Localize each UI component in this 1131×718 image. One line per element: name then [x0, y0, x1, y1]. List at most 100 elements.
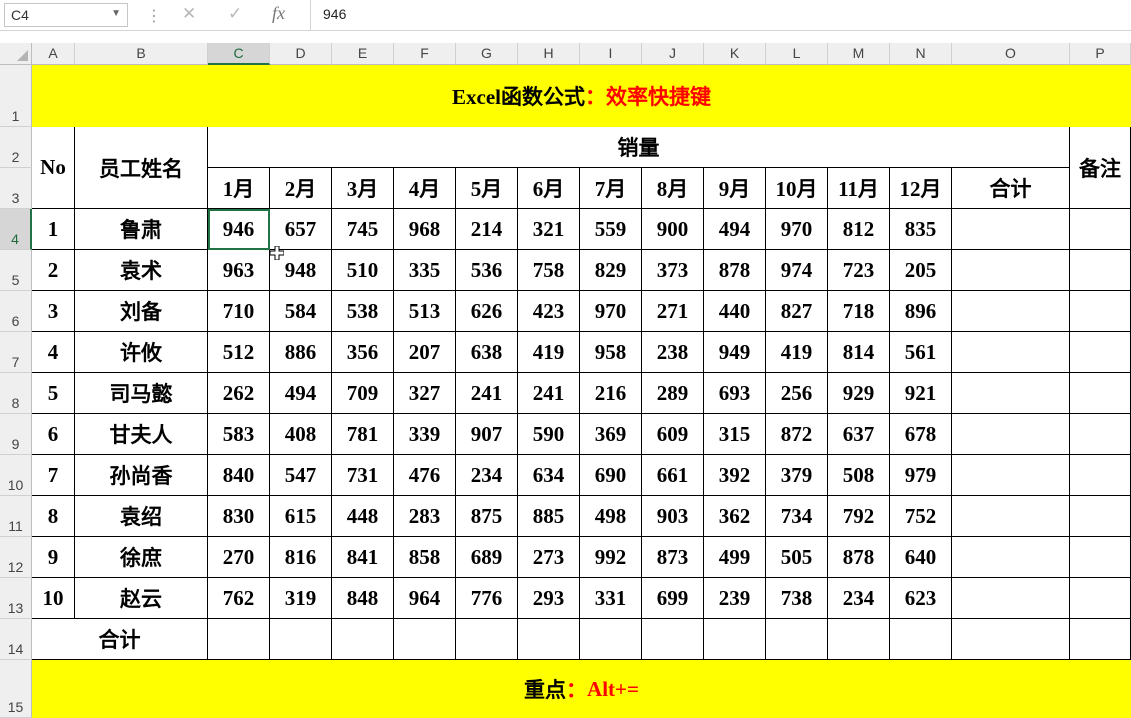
- cell-sales-value[interactable]: 205: [890, 250, 952, 291]
- cell-sales-value[interactable]: 339: [394, 414, 456, 455]
- cell-sales-value[interactable]: 494: [270, 373, 332, 414]
- header-month[interactable]: 4月: [394, 168, 456, 209]
- cell-sales-value[interactable]: 738: [766, 578, 828, 619]
- cell-sales-value[interactable]: 835: [890, 209, 952, 250]
- cell-sales-value[interactable]: 979: [890, 455, 952, 496]
- row-header-8[interactable]: 8: [0, 373, 32, 414]
- cell-sales-value[interactable]: 718: [828, 291, 890, 332]
- cell-sales-value[interactable]: 878: [704, 250, 766, 291]
- cell-total-empty[interactable]: [456, 619, 518, 660]
- cell-employee-name[interactable]: 司马懿: [75, 373, 208, 414]
- cell-remark[interactable]: [1070, 537, 1131, 578]
- cell-sales-value[interactable]: 241: [518, 373, 580, 414]
- cell-no[interactable]: 2: [32, 250, 75, 291]
- cell-sales-value[interactable]: 505: [766, 537, 828, 578]
- column-header-b[interactable]: B: [75, 43, 208, 65]
- row-header-4[interactable]: 4: [0, 209, 32, 250]
- column-header-f[interactable]: F: [394, 43, 456, 65]
- cell-sales-value[interactable]: 256: [766, 373, 828, 414]
- header-sales[interactable]: 销量: [208, 127, 1070, 168]
- cell-sales-value[interactable]: 693: [704, 373, 766, 414]
- cell-sales-value[interactable]: 848: [332, 578, 394, 619]
- column-header-h[interactable]: H: [518, 43, 580, 65]
- cell-total-empty[interactable]: [580, 619, 642, 660]
- cell-no[interactable]: 10: [32, 578, 75, 619]
- cell-sales-value[interactable]: 968: [394, 209, 456, 250]
- column-header-c[interactable]: C: [208, 43, 270, 65]
- cell-remark[interactable]: [1070, 209, 1131, 250]
- cell-sales-value[interactable]: 476: [394, 455, 456, 496]
- cell-remark[interactable]: [1070, 496, 1131, 537]
- cell-sales-value[interactable]: 745: [332, 209, 394, 250]
- cell-sales-value[interactable]: 234: [828, 578, 890, 619]
- cell-sales-value[interactable]: 781: [332, 414, 394, 455]
- total-row-label[interactable]: 合计: [32, 619, 208, 660]
- cell-sales-value[interactable]: 816: [270, 537, 332, 578]
- cell-sales-value[interactable]: 241: [456, 373, 518, 414]
- column-header-m[interactable]: M: [828, 43, 890, 65]
- cell-total[interactable]: [952, 332, 1070, 373]
- row-header-11[interactable]: 11: [0, 496, 32, 537]
- cell-sales-value[interactable]: 321: [518, 209, 580, 250]
- cell-remark[interactable]: [1070, 291, 1131, 332]
- cell-sales-value[interactable]: 885: [518, 496, 580, 537]
- cell-sales-value[interactable]: 875: [456, 496, 518, 537]
- cell-sales-value[interactable]: 584: [270, 291, 332, 332]
- cell-remark[interactable]: [1070, 332, 1131, 373]
- cell-employee-name[interactable]: 甘夫人: [75, 414, 208, 455]
- cell-sales-value[interactable]: 827: [766, 291, 828, 332]
- formula-input[interactable]: 946: [310, 0, 1131, 30]
- cell-no[interactable]: 5: [32, 373, 75, 414]
- cell-sales-value[interactable]: 536: [456, 250, 518, 291]
- cell-sales-value[interactable]: 974: [766, 250, 828, 291]
- header-month[interactable]: 12月: [890, 168, 952, 209]
- cell-sales-value[interactable]: 921: [890, 373, 952, 414]
- column-header-j[interactable]: J: [642, 43, 704, 65]
- cell-total[interactable]: [952, 291, 1070, 332]
- cell-sales-value[interactable]: 699: [642, 578, 704, 619]
- insert-function-icon[interactable]: fx: [272, 3, 285, 24]
- cell-sales-value[interactable]: 369: [580, 414, 642, 455]
- cell-sales-value[interactable]: 878: [828, 537, 890, 578]
- cell-sales-value[interactable]: 734: [766, 496, 828, 537]
- cell-sales-value[interactable]: 238: [642, 332, 704, 373]
- cell-sales-value[interactable]: 335: [394, 250, 456, 291]
- cell-total-empty[interactable]: [394, 619, 456, 660]
- cell-sales-value[interactable]: 792: [828, 496, 890, 537]
- cell-sales-value[interactable]: 373: [642, 250, 704, 291]
- row-header-10[interactable]: 10: [0, 455, 32, 496]
- cell-total[interactable]: [952, 578, 1070, 619]
- row-header-1[interactable]: 1: [0, 65, 32, 127]
- cell-employee-name[interactable]: 孙尚香: [75, 455, 208, 496]
- cell-sales-value[interactable]: 239: [704, 578, 766, 619]
- cell-employee-name[interactable]: 袁绍: [75, 496, 208, 537]
- cell-sales-value[interactable]: 609: [642, 414, 704, 455]
- cancel-icon[interactable]: ✕: [182, 4, 196, 24]
- cell-sales-value[interactable]: 872: [766, 414, 828, 455]
- cell-sales-value[interactable]: 626: [456, 291, 518, 332]
- cell-sales-value[interactable]: 840: [208, 455, 270, 496]
- cell-sales-value[interactable]: 392: [704, 455, 766, 496]
- cell-sales-value[interactable]: 896: [890, 291, 952, 332]
- cell-sales-value[interactable]: 508: [828, 455, 890, 496]
- cell-sales-value[interactable]: 710: [208, 291, 270, 332]
- cell-remark[interactable]: [1070, 578, 1131, 619]
- cell-no[interactable]: 3: [32, 291, 75, 332]
- cell-sales-value[interactable]: 315: [704, 414, 766, 455]
- cell-sales-value[interactable]: 590: [518, 414, 580, 455]
- cell-total-empty[interactable]: [518, 619, 580, 660]
- footer-banner[interactable]: 重点： Alt+=: [32, 660, 1131, 718]
- cell-sales-value[interactable]: 293: [518, 578, 580, 619]
- cell-sales-value[interactable]: 499: [704, 537, 766, 578]
- cell-sales-value[interactable]: 408: [270, 414, 332, 455]
- header-month[interactable]: 6月: [518, 168, 580, 209]
- column-header-e[interactable]: E: [332, 43, 394, 65]
- cell-remark[interactable]: [1070, 373, 1131, 414]
- cell-sales-value[interactable]: 538: [332, 291, 394, 332]
- cell-sales-value[interactable]: 512: [208, 332, 270, 373]
- cell-sales-value[interactable]: 776: [456, 578, 518, 619]
- cell-sales-value[interactable]: 638: [456, 332, 518, 373]
- cell-total-empty[interactable]: [704, 619, 766, 660]
- column-header-k[interactable]: K: [704, 43, 766, 65]
- cell-sales-value[interactable]: 970: [766, 209, 828, 250]
